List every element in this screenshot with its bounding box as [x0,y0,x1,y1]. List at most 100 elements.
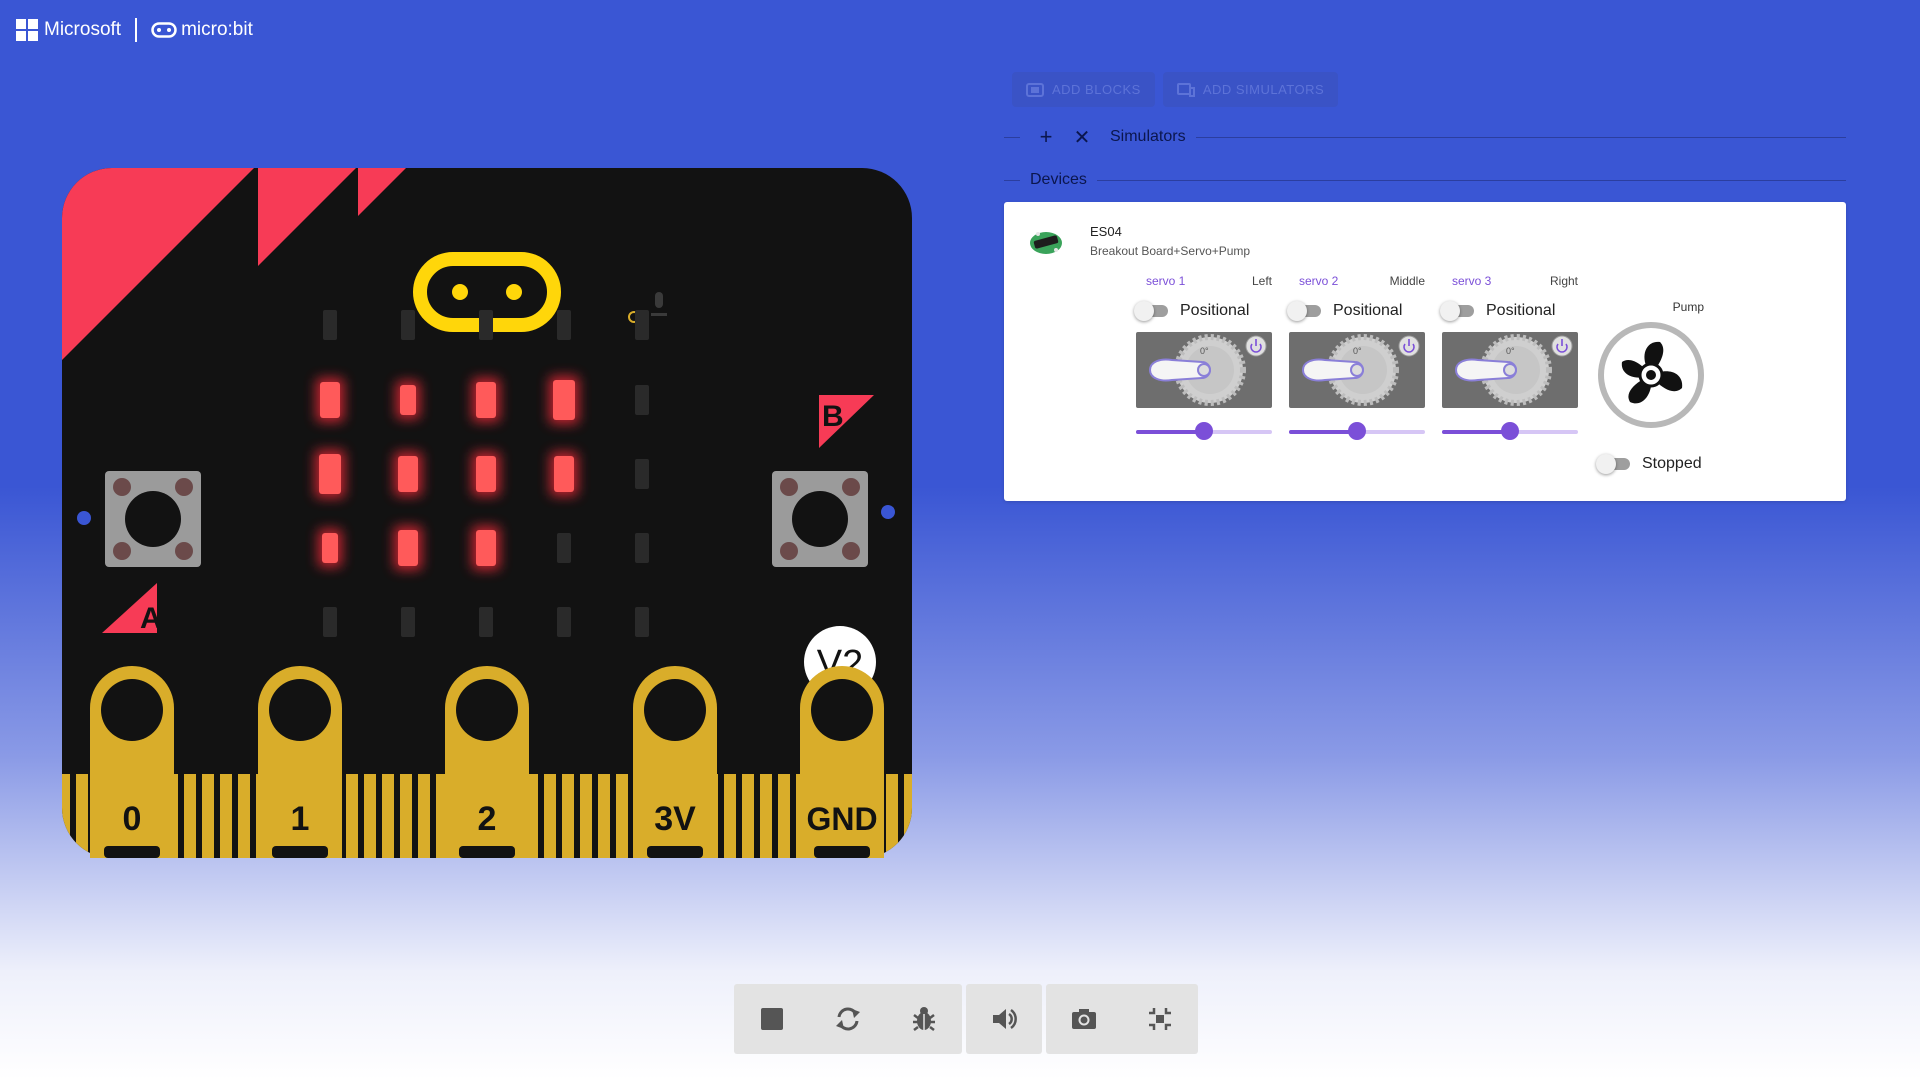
servo-title: servo 2 [1299,274,1339,288]
add-simulators-button[interactable]: ADD SIMULATORS [1162,72,1339,107]
servo-slider[interactable] [1136,422,1272,440]
servo-title: servo 1 [1146,274,1186,288]
servo-slider-handle[interactable] [1501,422,1519,440]
simulator-icon [1176,82,1195,97]
led-off [635,385,649,415]
brand-header: Microsoft micro:bit [16,18,253,42]
add-blocks-button[interactable]: ADD BLOCKS [1012,72,1155,107]
devices-label: Devices [1030,171,1087,188]
divider [1195,136,1846,138]
screenshot-button[interactable] [1046,984,1122,1054]
led-off [323,607,337,637]
stop-button[interactable] [734,984,810,1054]
close-icon[interactable]: ✕ [1068,123,1096,151]
bug-icon [913,1007,935,1031]
led-off [401,310,415,340]
connector-gap [214,774,220,858]
control-group-view [1046,984,1198,1054]
servo-mode-row: Positional [1440,301,1578,321]
servo-mode-label: Positional [1486,302,1556,319]
pin-label: 3V [654,800,696,838]
pin-3v[interactable]: 3V [633,666,717,858]
led-on [398,456,418,492]
pin-gnd[interactable]: GND [800,666,884,858]
connector-gap [70,774,76,858]
button-a[interactable] [105,471,201,567]
pin-label: 0 [123,800,142,838]
led-on [476,382,496,418]
divider [1004,179,1020,181]
led-off [479,310,493,340]
connector-gap [250,774,256,858]
add-simulators-label: ADD SIMULATORS [1202,82,1325,97]
connector-gap [376,774,382,858]
pump-state: Stopped [1596,454,1706,474]
led-on [476,456,496,492]
restart-icon [836,1007,860,1031]
pump-fan-icon [1598,322,1704,428]
fullscreen-button[interactable] [1122,984,1198,1054]
blocks-icon [1026,82,1044,97]
connector-gap [556,774,562,858]
microsoft-label: Microsoft [44,19,122,40]
servo-mode-label: Positional [1333,302,1403,319]
led-on [553,380,575,420]
connector-gap [754,774,760,858]
led-off [557,607,571,637]
pin-0[interactable]: 0 [90,666,174,858]
servo-mode-toggle[interactable] [1287,301,1321,321]
servo-mode-row: Positional [1287,301,1425,321]
pin-1[interactable]: 1 [258,666,342,858]
devices-header: Devices [1004,170,1846,190]
led-off [557,310,571,340]
servo-slider-handle[interactable] [1348,422,1366,440]
pin-label: 1 [291,800,310,838]
servo-position-label: Left [1251,274,1272,288]
connector-gap [196,774,202,858]
breakout-board-icon [1030,232,1062,254]
connector-gap [232,774,238,858]
add-blocks-label: ADD BLOCKS [1052,82,1141,97]
svg-text:0°: 0° [1506,346,1515,356]
microbit-brand: micro:bit [151,19,253,41]
servo-slider[interactable] [1289,422,1425,440]
pump-label: Pump [1672,300,1704,314]
connector-gap [538,774,544,858]
divider [1004,136,1020,138]
connector-gap [574,774,580,858]
microbit-logo-icon [151,22,177,38]
connector-gap [592,774,598,858]
pin-2[interactable]: 2 [445,666,529,858]
control-group-sound [966,984,1042,1054]
top-toolbar: ADD BLOCKS ADD SIMULATORS [1012,72,1339,107]
led-on [398,530,418,566]
button-a-label: A [140,602,162,635]
servo-mode-toggle[interactable] [1440,301,1474,321]
restart-button[interactable] [810,984,886,1054]
servo-mode-label: Positional [1180,302,1250,319]
connector-gap [358,774,364,858]
led-on [322,533,338,563]
led-off [635,607,649,637]
connector-gap [898,774,904,858]
pin-label: GND [806,801,877,837]
servo-mode-toggle[interactable] [1134,301,1168,321]
button-b[interactable] [772,471,868,567]
servo-slider-handle[interactable] [1195,422,1213,440]
pin-label: 2 [478,800,497,838]
servo-position-label: Right [1549,274,1578,288]
connector-gap [178,774,184,858]
servo-position-label: Middle [1389,274,1425,288]
brand-divider [135,18,138,42]
debug-button[interactable] [886,984,962,1054]
device-name: ES04 [1090,224,1122,239]
led-on [476,530,496,566]
sound-button[interactable] [966,984,1042,1054]
led-on [400,385,416,415]
servo-slider[interactable] [1442,422,1578,440]
pump-toggle[interactable] [1596,454,1630,474]
led-off [557,533,571,563]
add-simulator-icon[interactable]: + [1032,123,1060,151]
microbit-label: micro:bit [181,19,253,40]
servo-title: servo 3 [1452,274,1492,288]
